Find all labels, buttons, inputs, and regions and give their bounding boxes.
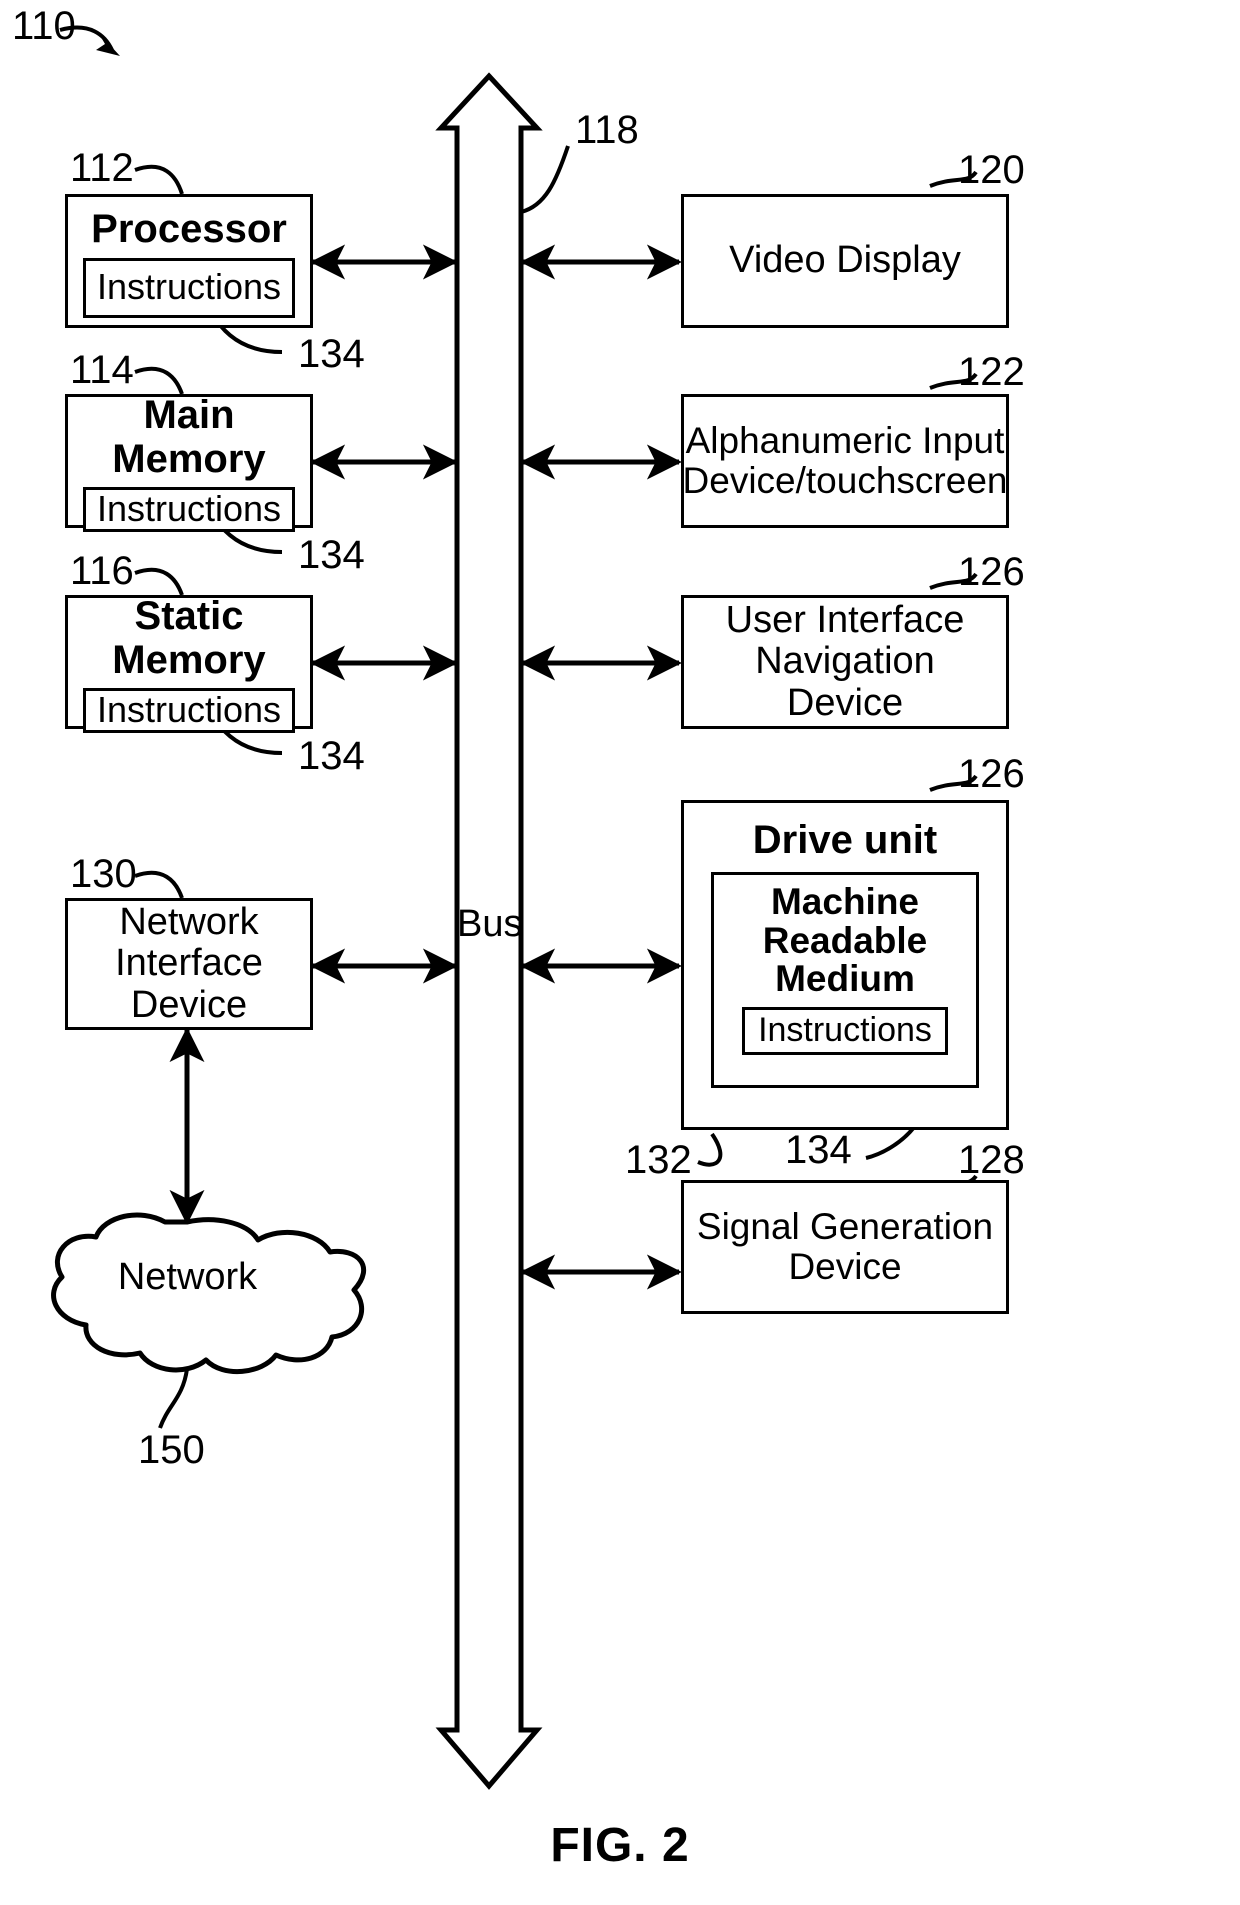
ui-navigation-line2: Navigation xyxy=(755,640,935,683)
ref-128: 128 xyxy=(958,1138,1025,1182)
ref-134-drive: 134 xyxy=(785,1128,852,1172)
ref-118: 118 xyxy=(575,108,639,152)
machine-readable-medium-line3: Medium xyxy=(775,958,915,1000)
network-interface-device-box: Network Interface Device xyxy=(65,898,313,1030)
ui-navigation-line1: User Interface xyxy=(725,599,965,642)
leader-132 xyxy=(697,1132,723,1167)
leader-116 xyxy=(134,567,184,596)
main-memory-instructions-box: Instructions xyxy=(83,486,295,532)
network-interface-line3: Device xyxy=(130,983,248,1026)
leader-118 xyxy=(520,145,570,214)
ref-120: 120 xyxy=(958,148,1025,192)
signal-generation-line1: Signal Generation xyxy=(696,1206,994,1248)
drive-unit-title: Drive unit xyxy=(752,818,938,862)
ref-112: 112 xyxy=(70,146,134,190)
drive-unit-instructions-box: Instructions xyxy=(742,1006,948,1055)
alphanumeric-input-line2: Device/touchscreen xyxy=(682,460,1008,501)
ref-150: 150 xyxy=(138,1428,205,1472)
main-memory-box: Main Memory Instructions xyxy=(65,393,313,532)
patent-figure-2: 110 118 112 134 114 134 116 134 130 150 … xyxy=(0,0,1240,1905)
machine-readable-medium-box: Machine Readable Medium Instructions xyxy=(711,872,979,1089)
leader-150 xyxy=(158,1368,189,1429)
ref-116: 116 xyxy=(70,549,134,593)
ref-134-main-memory: 134 xyxy=(298,533,365,577)
video-display-label: Video Display xyxy=(729,239,961,282)
ui-navigation-device-box: User Interface Navigation Device xyxy=(681,595,1009,729)
bus-label: Bus xyxy=(457,903,523,945)
static-memory-box: Static Memory Instructions xyxy=(65,594,313,733)
leader-112 xyxy=(134,164,184,195)
figure-caption: FIG. 2 xyxy=(550,1819,690,1872)
static-memory-instructions-box: Instructions xyxy=(83,687,295,733)
machine-readable-medium-line1: Machine xyxy=(770,881,920,923)
static-memory-instructions-label: Instructions xyxy=(96,688,282,730)
right-connectors xyxy=(520,244,682,1290)
processor-instructions-box: Instructions xyxy=(83,257,295,318)
leader-130 xyxy=(134,870,184,899)
ref-114: 114 xyxy=(70,348,134,392)
ref-126-drive: 126 xyxy=(958,752,1025,796)
machine-readable-medium-line2: Readable xyxy=(762,919,928,961)
alphanumeric-input-device-box: Alphanumeric Input Device/touchscreen xyxy=(681,394,1009,528)
processor-title: Processor xyxy=(91,207,287,252)
ui-navigation-line3: Device xyxy=(786,681,904,724)
alphanumeric-input-line1: Alphanumeric Input xyxy=(685,420,1005,462)
processor-instructions-label: Instructions xyxy=(96,266,282,308)
signal-generation-device-box: Signal Generation Device xyxy=(681,1180,1009,1314)
main-memory-instructions-label: Instructions xyxy=(96,487,282,529)
network-interface-line1: Network xyxy=(119,901,259,944)
ref-134-static-memory: 134 xyxy=(298,734,365,778)
video-display-box: Video Display xyxy=(681,194,1009,328)
ref-132: 132 xyxy=(625,1138,692,1182)
ref-122: 122 xyxy=(958,350,1025,394)
ref-110: 110 xyxy=(12,4,76,48)
signal-generation-line2: Device xyxy=(788,1246,902,1287)
static-memory-title: Static Memory xyxy=(112,594,266,682)
network-interface-line2: Interface xyxy=(115,942,263,985)
ref-130: 130 xyxy=(70,852,137,896)
drive-unit-box: Drive unit Machine Readable Medium Instr… xyxy=(681,800,1009,1130)
processor-box: Processor Instructions xyxy=(65,194,313,328)
ref-134-processor: 134 xyxy=(298,332,365,376)
ref-126-uinav: 126 xyxy=(958,550,1025,594)
drive-unit-instructions-label: Instructions xyxy=(758,1011,932,1050)
leader-114 xyxy=(134,366,184,395)
network-cloud-label: Network xyxy=(117,1256,258,1298)
main-memory-title: Main Memory xyxy=(112,393,266,481)
